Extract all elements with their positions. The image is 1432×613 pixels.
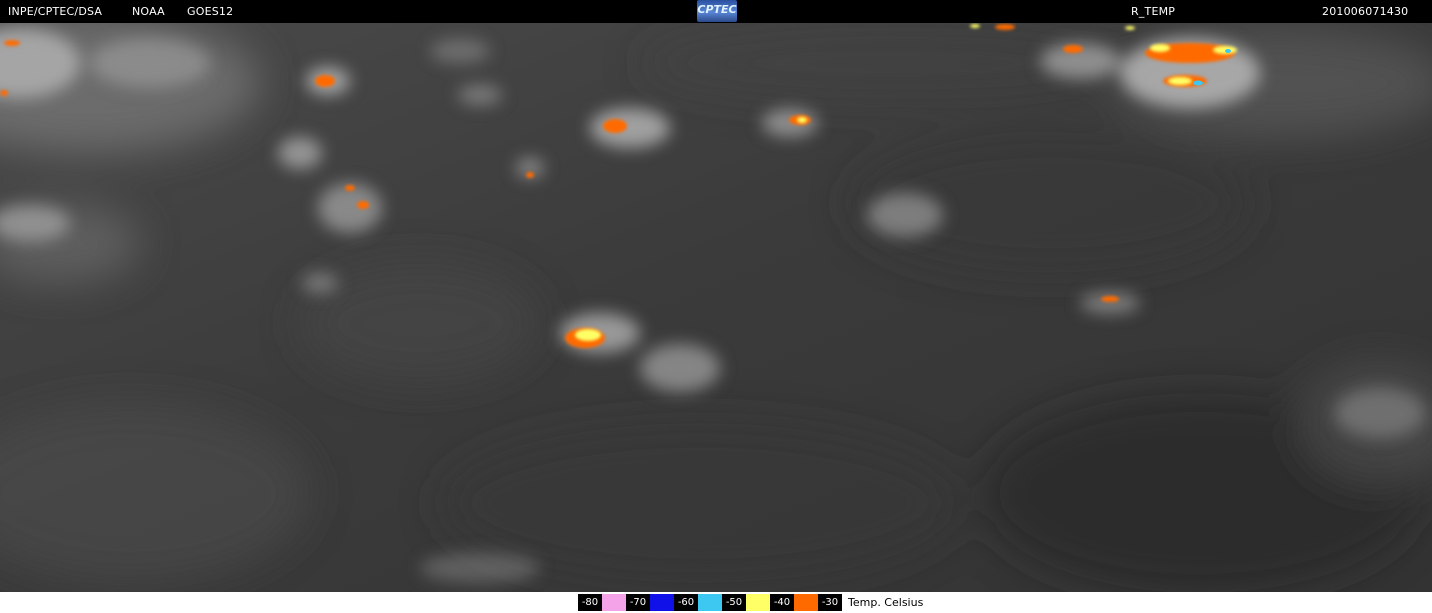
cptec-logo: CPTEC (697, 0, 737, 22)
legend-value: -70 (626, 594, 650, 611)
legend-item: -50 (722, 594, 770, 611)
source-label: INPE/CPTEC/DSA (8, 5, 103, 18)
legend-bar: -80 -70 -60 -50 -40 -30 Temp. Celsius (0, 592, 1432, 613)
product-label: R_TEMP (1131, 5, 1176, 18)
agency-label: NOAA (132, 5, 165, 18)
legend-item: -30 (818, 594, 842, 611)
legend-item: -40 (770, 594, 818, 611)
temperature-legend: -80 -70 -60 -50 -40 -30 Temp. Celsius (578, 594, 923, 611)
legend-value: -40 (770, 594, 794, 611)
legend-value: -60 (674, 594, 698, 611)
legend-swatch (602, 594, 626, 611)
satellite-image (0, 23, 1432, 592)
satellite-label: GOES12 (187, 5, 234, 18)
legend-value: -30 (818, 594, 842, 611)
timestamp-label: 201006071430 (1322, 5, 1409, 18)
legend-item: -80 (578, 594, 626, 611)
legend-swatch (650, 594, 674, 611)
legend-swatch (746, 594, 770, 611)
legend-value: -80 (578, 594, 602, 611)
legend-item: -60 (674, 594, 722, 611)
header-bar: INPE/CPTEC/DSA NOAA GOES12 CPTEC R_TEMP … (0, 0, 1432, 23)
legend-value: -50 (722, 594, 746, 611)
legend-unit-label: Temp. Celsius (848, 596, 924, 609)
legend-item: -70 (626, 594, 674, 611)
legend-swatch (794, 594, 818, 611)
legend-swatch (698, 594, 722, 611)
